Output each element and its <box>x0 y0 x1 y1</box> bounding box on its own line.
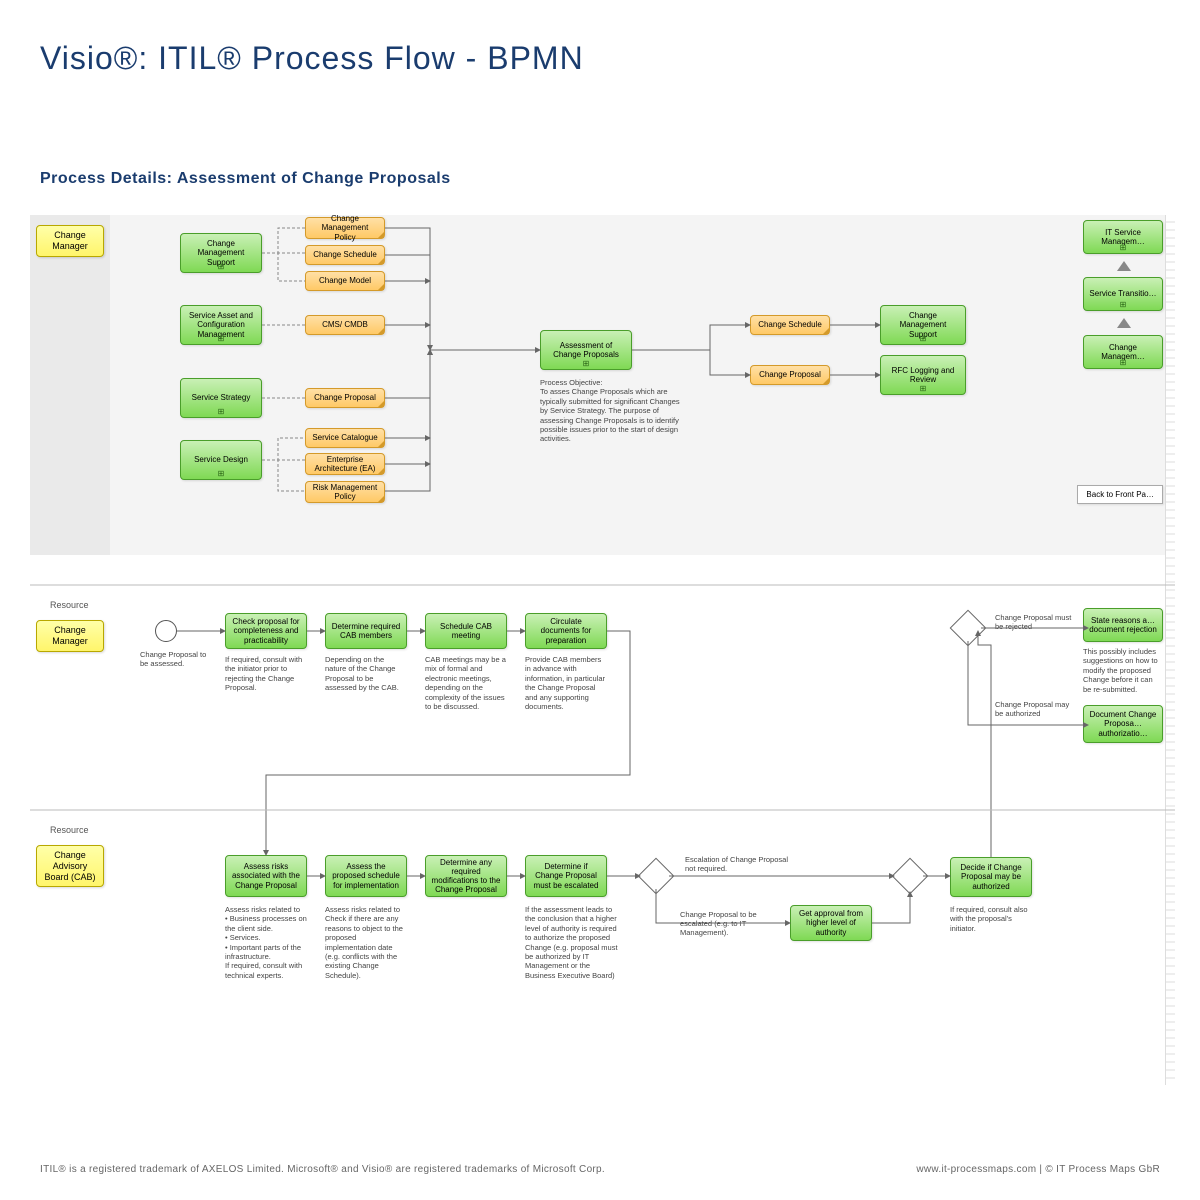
footer: ITIL® is a registered trademark of AXELO… <box>0 1164 1200 1175</box>
edge-reject: Change Proposal must be rejected <box>995 613 1075 631</box>
footer-left: ITIL® is a registered trademark of AXELO… <box>40 1164 605 1175</box>
task2-1[interactable]: Assess the proposed schedule for impleme… <box>325 855 407 897</box>
resource-label-1: Resource <box>50 600 89 610</box>
footer-right: www.it-processmaps.com | © IT Process Ma… <box>916 1164 1160 1175</box>
out-reject[interactable]: State reasons a… document rejection <box>1083 608 1163 642</box>
task1-3[interactable]: Circulate documents for preparation <box>525 613 607 649</box>
gateway-top[interactable] <box>950 610 987 647</box>
orange-in-6[interactable]: Enterprise Architecture (EA) <box>305 453 385 475</box>
role-bot: Change Advisory Board (CAB) <box>36 845 104 887</box>
diagram-canvas: Change Manager Change Management Support… <box>30 215 1175 1125</box>
right-g-2[interactable]: Change Managem… <box>1083 335 1163 369</box>
orange-in-3[interactable]: CMS/ CMDB <box>305 315 385 335</box>
right-g-1[interactable]: Service Transitio… <box>1083 277 1163 311</box>
reject-note: This possibly includes suggestions on ho… <box>1083 647 1163 694</box>
note2-1: Assess risks related to Check if there a… <box>325 905 407 980</box>
page-title: Visio®: ITIL® Process Flow - BPMN <box>40 40 584 77</box>
note2-0: Assess risks related to • Business proce… <box>225 905 307 980</box>
green-input-2[interactable]: Service Strategy <box>180 378 262 418</box>
task1-0[interactable]: Check proposal for completeness and prac… <box>225 613 307 649</box>
start-note: Change Proposal to be assessed. <box>140 650 210 669</box>
edge-auth: Change Proposal may be authorized <box>995 700 1075 718</box>
objective-note: Process Objective: To asses Change Propo… <box>540 378 680 444</box>
task1-2[interactable]: Schedule CAB meeting <box>425 613 507 649</box>
gateway-merge[interactable] <box>892 858 929 895</box>
orange-in-1[interactable]: Change Schedule <box>305 245 385 265</box>
orange-in-0[interactable]: Change Management Policy <box>305 217 385 239</box>
note1-0: If required, consult with the initiator … <box>225 655 307 693</box>
task2-0[interactable]: Assess risks associated with the Change … <box>225 855 307 897</box>
task2-3[interactable]: Determine if Change Proposal must be esc… <box>525 855 607 897</box>
orange-in-7[interactable]: Risk Management Policy <box>305 481 385 503</box>
role-top: Change Manager <box>36 225 104 257</box>
decide-note: If required, consult also with the propo… <box>950 905 1032 933</box>
out-auth[interactable]: Document Change Proposa… authorizatio… <box>1083 705 1163 743</box>
back-to-front-button[interactable]: Back to Front Pa… <box>1077 485 1163 504</box>
edge-esc: Change Proposal to be escalated (e.g. to… <box>680 910 780 937</box>
green-input-0[interactable]: Change Management Support <box>180 233 262 273</box>
resource-label-2: Resource <box>50 825 89 835</box>
edge-noesc: Escalation of Change Proposal not requir… <box>685 855 795 873</box>
green-out-1[interactable]: RFC Logging and Review <box>880 355 966 395</box>
green-input-1[interactable]: Service Asset and Configuration Manageme… <box>180 305 262 345</box>
page-subtitle: Process Details: Assessment of Change Pr… <box>40 170 451 188</box>
approval-task[interactable]: Get approval from higher level of author… <box>790 905 872 941</box>
orange-in-5[interactable]: Service Catalogue <box>305 428 385 448</box>
role-mid: Change Manager <box>36 620 104 652</box>
note1-2: CAB meetings may be a mix of formal and … <box>425 655 507 711</box>
green-input-3[interactable]: Service Design <box>180 440 262 480</box>
orange-out-1[interactable]: Change Proposal <box>750 365 830 385</box>
task1-1[interactable]: Determine required CAB members <box>325 613 407 649</box>
orange-in-4[interactable]: Change Proposal <box>305 388 385 408</box>
orange-in-2[interactable]: Change Model <box>305 271 385 291</box>
start-event[interactable] <box>155 620 177 642</box>
center-assessment[interactable]: Assessment of Change Proposals <box>540 330 632 370</box>
note1-1: Depending on the nature of the Change Pr… <box>325 655 407 693</box>
note1-3: Provide CAB members in advance with info… <box>525 655 607 711</box>
gateway-esc[interactable] <box>638 858 675 895</box>
task2-2[interactable]: Determine any required modifications to … <box>425 855 507 897</box>
green-out-0[interactable]: Change Management Support <box>880 305 966 345</box>
right-g-0[interactable]: IT Service Managem… <box>1083 220 1163 254</box>
orange-out-0[interactable]: Change Schedule <box>750 315 830 335</box>
decide-task[interactable]: Decide if Change Proposal may be authori… <box>950 857 1032 897</box>
note2-3: If the assessment leads to the conclusio… <box>525 905 620 980</box>
